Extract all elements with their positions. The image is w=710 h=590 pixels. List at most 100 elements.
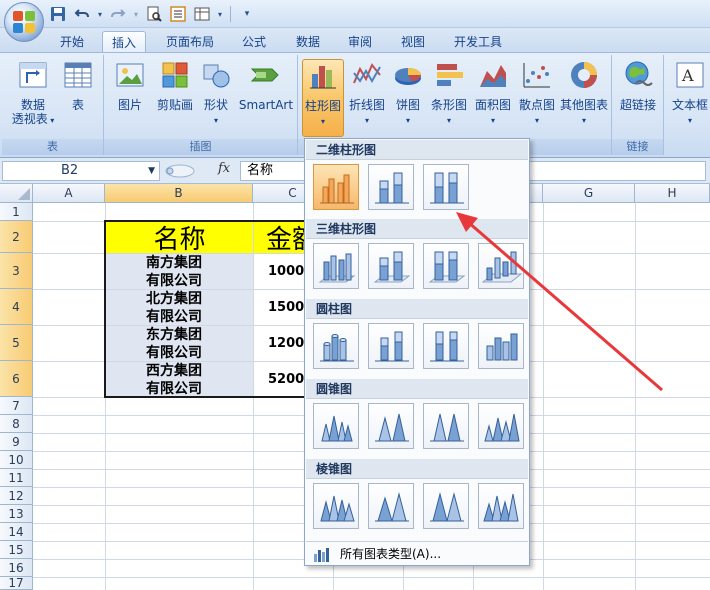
3d-clustered-column-option[interactable] — [313, 243, 359, 289]
tab-view[interactable]: 视图 — [393, 31, 433, 52]
clipart-button[interactable]: 剪贴画 — [152, 59, 198, 112]
column-header-b[interactable]: B — [105, 184, 253, 203]
redo-dropdown-icon[interactable]: ▾ — [132, 4, 140, 24]
3d-stacked-column-option[interactable] — [368, 243, 414, 289]
clustered-cylinder-option[interactable] — [313, 323, 359, 369]
clustered-pyramid-option[interactable] — [313, 483, 359, 529]
column-header-g[interactable]: G — [543, 184, 635, 203]
hyperlink-button[interactable]: 超链接 — [616, 59, 660, 112]
table-row-amount[interactable]: 12000 — [254, 326, 304, 361]
picture-button[interactable]: 图片 — [112, 59, 148, 112]
3d-cone-icon — [484, 413, 520, 442]
percent-stacked-cylinder-option[interactable] — [423, 323, 469, 369]
undo-icon[interactable] — [72, 4, 92, 24]
table-row-name[interactable]: 北方集团 有限公司 — [106, 290, 253, 325]
percent-stacked-pyramid-option[interactable] — [423, 483, 469, 529]
undo-dropdown-icon[interactable]: ▾ — [96, 4, 104, 24]
table-row-amount[interactable]: 10000 — [254, 254, 304, 289]
form-icon[interactable] — [168, 4, 188, 24]
tab-home[interactable]: 开始 — [50, 31, 94, 52]
stacked-pyramid-option[interactable] — [368, 483, 414, 529]
row-header-1[interactable]: 1 — [0, 203, 33, 221]
table-row-name[interactable]: 西方集团 有限公司 — [106, 362, 253, 397]
percent-stacked-cone-icon — [430, 413, 464, 442]
column-chart-button[interactable]: 柱形图 ▾ — [302, 59, 344, 137]
group-text: A 文本框 ▾ — [664, 55, 710, 155]
3d-column-option[interactable] — [478, 243, 524, 289]
save-icon[interactable] — [48, 4, 68, 24]
redo-icon[interactable] — [108, 4, 128, 24]
print-preview-icon[interactable] — [144, 4, 164, 24]
name-box[interactable]: B2 ▼ — [2, 161, 160, 181]
scatter-chart-label: 散点图 ▾ — [518, 98, 555, 125]
row-header-7[interactable]: 7 — [0, 397, 33, 415]
cell-c2-header-amount[interactable]: 金额 — [254, 222, 304, 253]
row-header-2[interactable]: 2 — [0, 221, 33, 253]
table-button[interactable]: 表 — [60, 59, 96, 112]
column-header-a[interactable]: A — [33, 184, 105, 203]
row-header-6[interactable]: 6 — [0, 361, 33, 397]
table-row-name[interactable]: 南方集团 有限公司 — [106, 254, 253, 289]
row-header-15[interactable]: 15 — [0, 541, 33, 559]
table-row-amount[interactable]: 15000 — [254, 290, 304, 325]
customize-icon[interactable]: ▾ — [237, 4, 257, 24]
view-dropdown-icon[interactable]: ▾ — [216, 4, 224, 24]
all-chart-types-link[interactable]: 所有图表类型(A)... — [306, 541, 528, 565]
formula-expand-handle[interactable] — [162, 161, 212, 181]
bar-chart-button[interactable]: 条形图 ▾ — [428, 59, 470, 126]
line-chart-button[interactable]: 折线图 ▾ — [346, 59, 388, 126]
stacked-cone-option[interactable] — [368, 403, 414, 449]
row-header-17[interactable]: 17 — [0, 576, 33, 590]
3d-cone-option[interactable] — [478, 403, 524, 449]
pivot-table-button[interactable]: 数据 透视表 ▾ — [10, 59, 56, 126]
tab-developer[interactable]: 开发工具 — [446, 31, 510, 52]
office-button[interactable] — [4, 2, 44, 42]
row-header-14[interactable]: 14 — [0, 523, 33, 541]
scatter-chart-button[interactable]: 散点图 ▾ — [516, 59, 558, 126]
shapes-button[interactable]: 形状 ▾ — [198, 59, 234, 126]
row-header-16[interactable]: 16 — [0, 559, 33, 577]
tab-insert[interactable]: 插入 — [102, 31, 146, 52]
tab-review[interactable]: 审阅 — [340, 31, 380, 52]
smartart-button[interactable]: SmartArt — [238, 59, 294, 112]
3d-cylinder-option[interactable] — [478, 323, 524, 369]
percent-stacked-column-option[interactable] — [423, 164, 469, 210]
3d-pyramid-option[interactable] — [478, 483, 524, 529]
pie-chart-button[interactable]: 饼图 ▾ — [390, 59, 426, 126]
clustered-column-option[interactable] — [313, 164, 359, 210]
column-header-h[interactable]: H — [635, 184, 710, 203]
3d-percent-stacked-column-option[interactable] — [423, 243, 469, 289]
textbox-button[interactable]: A 文本框 ▾ — [668, 59, 710, 126]
bar-chart-label: 条形图 ▾ — [430, 98, 467, 125]
table-row-name[interactable]: 东方集团 有限公司 — [106, 326, 253, 361]
stacked-column-option[interactable] — [368, 164, 414, 210]
table-label: 表 — [71, 98, 84, 112]
area-chart-button[interactable]: 面积图 ▾ — [472, 59, 514, 126]
other-charts-button[interactable]: 其他图表 ▾ — [558, 59, 610, 126]
name-box-dropdown-icon[interactable]: ▼ — [148, 162, 155, 180]
row-header-10[interactable]: 10 — [0, 451, 33, 469]
row-header-3[interactable]: 3 — [0, 253, 33, 289]
row-header-9[interactable]: 9 — [0, 433, 33, 451]
cell-b2-header-name[interactable]: 名称 — [106, 222, 253, 255]
column-chart-label: 柱形图 ▾ — [304, 99, 341, 126]
select-all-corner[interactable] — [0, 184, 33, 203]
row-header-4[interactable]: 4 — [0, 289, 33, 325]
percent-stacked-cone-option[interactable] — [423, 403, 469, 449]
row-header-12[interactable]: 12 — [0, 487, 33, 505]
row-header-8[interactable]: 8 — [0, 415, 33, 433]
table-row-amount[interactable]: 52000 — [254, 362, 304, 397]
tab-data[interactable]: 数据 — [288, 31, 328, 52]
clustered-cone-option[interactable] — [313, 403, 359, 449]
row-header-13[interactable]: 13 — [0, 505, 33, 523]
row-header-5[interactable]: 5 — [0, 325, 33, 361]
tab-page-layout[interactable]: 页面布局 — [158, 31, 222, 52]
clustered-pyramid-icon — [320, 495, 355, 522]
view-icon[interactable] — [192, 4, 212, 24]
fx-icon[interactable]: fx — [218, 161, 230, 176]
stacked-cylinder-option[interactable] — [368, 323, 414, 369]
row-header-11[interactable]: 11 — [0, 469, 33, 487]
tab-formulas[interactable]: 公式 — [234, 31, 274, 52]
name-box-value: B2 — [61, 163, 79, 178]
table-icon — [64, 62, 92, 88]
